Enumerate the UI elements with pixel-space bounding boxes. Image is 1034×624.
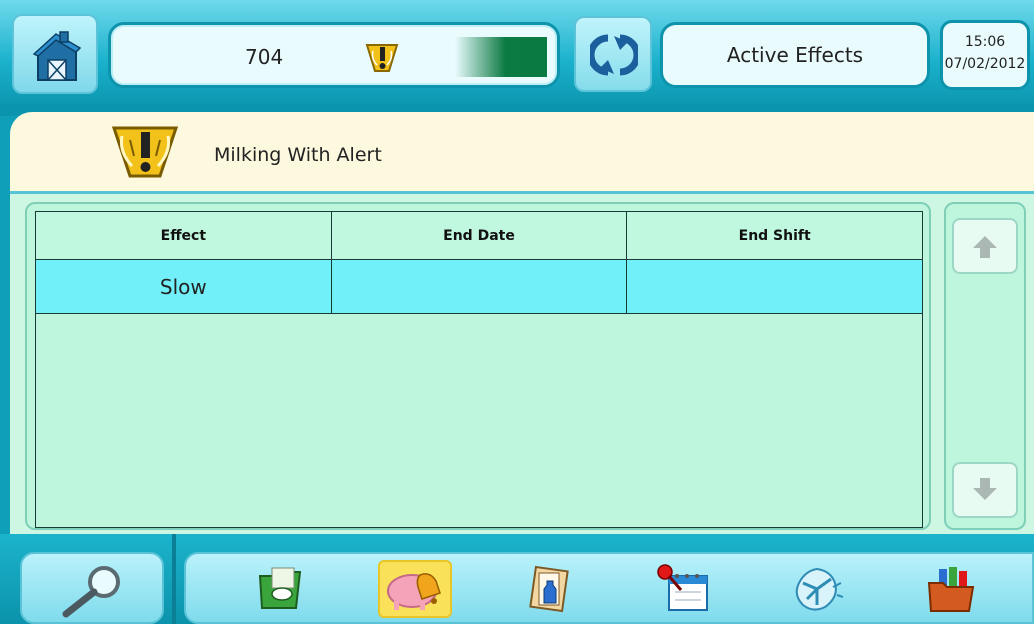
calendar-pin-icon [657,564,708,611]
column-header-end-shift[interactable]: End Shift [626,211,923,260]
top-bar: 704 Active Effects 15:06 07/02/2012 [0,0,1034,104]
alert-title: Milking With Alert [214,144,382,166]
screen-title: Active Effects [660,22,930,88]
milking-alert-icon [108,122,182,190]
table-cell-end-date[interactable] [330,259,628,314]
network-button[interactable] [780,560,854,618]
milk-test-icon [529,565,569,613]
column-header-effect[interactable]: Effect [35,211,332,260]
sync-arrows-icon [590,34,638,76]
arrow-down-icon [973,478,997,500]
scroll-up-button[interactable] [952,218,1018,274]
home-button[interactable] [12,14,98,94]
files-button[interactable] [914,560,988,618]
calendar-button[interactable] [646,560,720,618]
scroll-down-button[interactable] [952,462,1018,518]
column-header-end-date[interactable]: End Date [330,211,628,260]
table-header-row: Effect End Date End Shift [35,211,923,260]
effects-table: Effect End Date End Shift Slow [35,211,923,314]
arrow-up-icon [973,236,997,258]
current-time: 15:06 [964,34,1006,50]
magnifier-icon [62,566,120,618]
alert-header: Milking With Alert [10,112,1034,194]
cow-report-button[interactable] [244,560,318,618]
toolbar-divider [172,534,176,624]
network-icon [795,567,843,611]
cow-report-icon [258,567,302,609]
milking-alert-icon [363,41,401,81]
heat-bell-icon [387,573,441,610]
effects-table-container: Effect End Date End Shift Slow [25,202,931,530]
milk-test-button[interactable] [512,560,586,618]
table-empty-area [35,314,923,528]
current-date: 07/02/2012 [944,56,1026,72]
barn-icon [32,31,82,81]
main-navigation [184,552,1034,624]
table-cell-effect[interactable]: Slow [35,259,332,314]
table-row[interactable]: Slow [35,259,923,314]
sync-button[interactable] [574,16,652,92]
table-cell-end-shift[interactable] [626,259,923,314]
heat-alert-button[interactable] [378,560,452,618]
bottom-toolbar [0,534,1034,624]
content-area: Effect End Date End Shift Slow [10,194,1034,534]
cow-info-panel[interactable]: 704 [108,22,560,88]
scrollbar[interactable] [944,202,1026,530]
status-indicator-bar [455,37,547,77]
cow-number: 704 [245,45,284,69]
search-button[interactable] [20,552,164,624]
folders-icon [927,567,975,612]
date-time-display: 15:06 07/02/2012 [940,20,1030,90]
